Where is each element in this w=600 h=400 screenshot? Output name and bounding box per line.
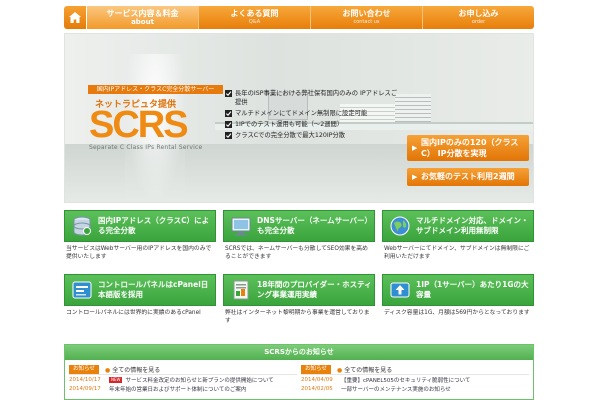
nav-item-about[interactable]: サービス内容＆料金 about [87, 6, 198, 29]
new-badge: NEW [109, 376, 123, 383]
nav-item-sublabel: order [471, 19, 486, 25]
news-date: 2014/09/17 [69, 385, 101, 392]
nav-item-label: よくある質問 [230, 9, 279, 18]
checkmark-icon [225, 121, 232, 128]
feature-item: マルチドメインにてドメイン無制限に設定可能 [225, 109, 400, 118]
card-title: 18年間のプロバイダー・ホスティング事業運用実績 [257, 280, 372, 299]
card-body: 当サービスはWebサーバー用のIPアドレスを国内のみで提供いたします [66, 246, 212, 260]
bullet-icon: ● [337, 366, 343, 374]
news-row[interactable]: 2014/04/09 【重要】cPANEL505のセキュリティ脆弱性について [301, 375, 529, 384]
service-card[interactable]: 1IP（1サーバー）あたり1Gの大容量 ディスク容量は1G、月額は569円からと… [382, 274, 534, 330]
hero-banner: 国内IPアドレス・クラスC完全分散サーバー ネットラピュタ提供 SCRS Sep… [64, 33, 534, 203]
news-date: 2014/10/17 [69, 376, 101, 383]
nav-item-qa[interactable]: よくある質問 Q&A [198, 6, 310, 29]
news-row[interactable]: 2014/02/05 一部サーバーのメンテナンス実施のお知らせ [301, 384, 529, 393]
card-title: DNSサーバー（ネームサーバー）も完全分散 [257, 216, 373, 235]
news-panel: SCRSからのお知らせ お知らせ ● 全ての情報を見る 2014/10/17 NE… [64, 344, 534, 400]
view-all-link[interactable]: ● 全ての情報を見る [337, 365, 392, 374]
arrow-right-icon: ▶ [412, 173, 418, 181]
arrow-right-icon: ▶ [412, 144, 418, 152]
nav-item-sublabel: about [131, 18, 154, 26]
card-body: ディスク容量は1G、月額は569円からとなっております [384, 310, 530, 316]
news-headline[interactable]: 【重要】cPANEL505のセキュリティ脆弱性について [341, 376, 470, 384]
news-headline[interactable]: サービス料金改定のお知らせと新プランの提供開始について [125, 376, 273, 384]
service-card[interactable]: マルチドメイン対応、ドメイン・サブドメイン利用無制限 Webサーバーにてドメイン… [382, 210, 534, 266]
news-headline[interactable]: 一部サーバーのメンテナンス実施のお知らせ [341, 385, 451, 393]
monitor-icon [231, 217, 251, 236]
bullet-icon: ● [105, 366, 111, 374]
card-body: コントロールパネルには世界的に実績のあるcPanel [66, 310, 201, 316]
cta-label: 国内IPのみの120（クラスC） IP分散を実現 [421, 138, 519, 158]
database-icon [73, 216, 91, 236]
hero-books-image [395, 94, 431, 122]
card-title: 国内IPアドレス（クラスC）による完全分散 [98, 216, 210, 235]
checkmark-icon [225, 132, 232, 139]
card-title: 1IP（1サーバー）あたり1Gの大容量 [416, 280, 529, 299]
panel-icon [72, 281, 92, 299]
news-column: お知らせ ● 全ての情報を見る 2014/04/09 【重要】cPANEL505の… [301, 364, 529, 393]
hero-kicker: 国内IPアドレス・クラスC完全分散サーバー [88, 85, 223, 94]
document-icon [233, 280, 249, 300]
cta-label: お気軽のテスト利用2週間 [421, 172, 515, 181]
nav-item-sublabel: contact us [353, 19, 380, 25]
service-card[interactable]: コントロールパネルはcPanel日本語版を採用 コントロールパネルには世界的に実… [64, 274, 216, 330]
scrs-logo: SCRS [89, 104, 189, 146]
view-all-link[interactable]: ● 全ての情報を見る [105, 365, 160, 374]
nav-item-order[interactable]: お申し込み order [422, 6, 534, 29]
feature-item: 1IPでのテスト運用も可能（～2週間） [225, 120, 400, 129]
news-date: 2014/02/05 [301, 385, 333, 392]
news-tag[interactable]: お知らせ [301, 364, 331, 374]
ip-distribution-button[interactable]: ▶ 国内IPのみの120（クラスC） IP分散を実現 [407, 135, 529, 161]
nav-item-contact[interactable]: お問い合わせ contact us [310, 6, 422, 29]
trial-button[interactable]: ▶ お気軽のテスト利用2週間 [407, 168, 529, 186]
news-column: お知らせ ● 全ての情報を見る 2014/10/17 NEW サービス料金改定のお… [69, 364, 297, 393]
upload-icon [390, 282, 410, 298]
service-grid: 国内IPアドレス（クラスC）による完全分散 当サービスはWebサーバー用のIPア… [64, 210, 534, 330]
card-body: Webサーバーにてドメイン、サブドメインは無制限にご利用いただけます [384, 246, 530, 260]
home-icon [69, 12, 81, 23]
news-tag[interactable]: お知らせ [69, 364, 99, 374]
news-date: 2014/04/09 [301, 376, 333, 383]
news-row[interactable]: 2014/09/17 年末年始の営業日およびサポート体制についてのご案内 [69, 384, 297, 393]
service-card[interactable]: 18年間のプロバイダー・ホスティング事業運用実績 弊社はインターネット黎明期から… [223, 274, 375, 330]
home-button[interactable] [64, 6, 86, 29]
card-body: SCRSでは、ネームサーバーも分散してSEO効果を高めることができます [225, 246, 368, 260]
news-title: SCRSからのお知らせ [65, 345, 533, 360]
feature-item: 長年のISP事業における弊社保有国内のみの IPアドレスご提供 [225, 89, 400, 107]
checkmark-icon [225, 110, 232, 117]
nav-item-sublabel: Q&A [248, 19, 261, 25]
checkmark-icon [225, 90, 232, 97]
main-nav: サービス内容＆料金 about よくある質問 Q&A お問い合わせ contac… [87, 6, 534, 29]
card-title: マルチドメイン対応、ドメイン・サブドメイン利用無制限 [416, 216, 529, 235]
logo-tagline: Separate C Class IPs Rental Service [89, 144, 203, 151]
news-headline[interactable]: 年末年始の営業日およびサポート体制についてのご案内 [109, 385, 246, 393]
service-card[interactable]: DNSサーバー（ネームサーバー）も完全分散 SCRSでは、ネームサーバーも分散し… [223, 210, 375, 266]
feature-item: クラスCでの完全分散で最大120IP分散 [225, 131, 400, 140]
service-card[interactable]: 国内IPアドレス（クラスC）による完全分散 当サービスはWebサーバー用のIPア… [64, 210, 216, 266]
nav-item-label: お問い合わせ [342, 9, 391, 18]
globe-icon [390, 216, 410, 236]
nav-item-label: お申し込み [458, 9, 499, 18]
feature-list: 長年のISP事業における弊社保有国内のみの IPアドレスご提供 マルチドメインに… [225, 89, 400, 142]
news-row[interactable]: 2014/10/17 NEW サービス料金改定のお知らせと新プランの提供開始につ… [69, 375, 297, 384]
card-body: 弊社はインターネット黎明期から事業を運営しております [225, 310, 370, 324]
card-title: コントロールパネルはcPanel日本語版を採用 [98, 280, 209, 299]
